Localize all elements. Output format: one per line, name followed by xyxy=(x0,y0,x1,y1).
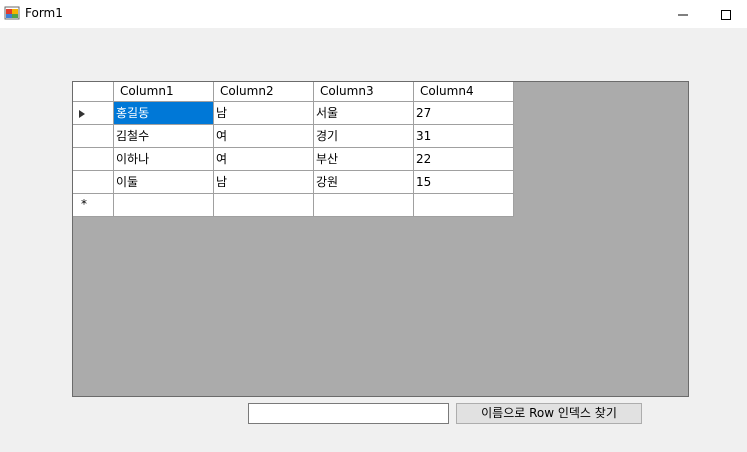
row-header-1[interactable] xyxy=(73,102,114,125)
grid-cell-r1-c1[interactable]: 홍길동 xyxy=(114,102,214,125)
column-header-4[interactable]: Column4 xyxy=(414,82,514,102)
grid-cell-r3-c3[interactable]: 부산 xyxy=(314,148,414,171)
row-header-2[interactable] xyxy=(73,125,114,148)
minimize-button[interactable] xyxy=(660,0,706,28)
grid-corner-header[interactable] xyxy=(73,82,114,102)
grid-cell-r1-c2[interactable]: 남 xyxy=(214,102,314,125)
minimize-icon xyxy=(678,14,688,16)
grid-cell-r4-c3[interactable]: 강원 xyxy=(314,171,414,194)
grid-cell-r2-c3[interactable]: 경기 xyxy=(314,125,414,148)
column-header-2[interactable]: Column2 xyxy=(214,82,314,102)
grid-cell-r3-c2[interactable]: 여 xyxy=(214,148,314,171)
grid-cell-r3-c1[interactable]: 이하나 xyxy=(114,148,214,171)
column-header-3[interactable]: Column3 xyxy=(314,82,414,102)
current-row-arrow-icon xyxy=(79,110,85,118)
maximize-icon xyxy=(721,10,731,20)
new-row-cell-c2[interactable] xyxy=(214,194,314,217)
new-row-header[interactable]: * xyxy=(73,194,114,217)
window-title: Form1 xyxy=(25,6,63,20)
grid-cell-r2-c4[interactable]: 31 xyxy=(414,125,514,148)
new-row-cell-c3[interactable] xyxy=(314,194,414,217)
grid-cell-r4-c4[interactable]: 15 xyxy=(414,171,514,194)
new-row-cell-c1[interactable] xyxy=(114,194,214,217)
maximize-button[interactable] xyxy=(703,0,747,28)
new-row-cell-c4[interactable] xyxy=(414,194,514,217)
grid-cell-r2-c1[interactable]: 김철수 xyxy=(114,125,214,148)
row-header-4[interactable] xyxy=(73,171,114,194)
row-header-3[interactable] xyxy=(73,148,114,171)
grid-cell-r4-c1[interactable]: 이둘 xyxy=(114,171,214,194)
grid-cell-r4-c2[interactable]: 남 xyxy=(214,171,314,194)
data-grid-view[interactable]: Column1 Column2 Column3 Column4 홍길동 남 서울… xyxy=(72,81,689,397)
new-row-marker: * xyxy=(81,197,87,211)
grid-cell-r1-c3[interactable]: 서울 xyxy=(314,102,414,125)
grid-cell-r1-c4[interactable]: 27 xyxy=(414,102,514,125)
name-search-input[interactable] xyxy=(248,403,449,424)
grid-cell-r3-c4[interactable]: 22 xyxy=(414,148,514,171)
find-row-index-button[interactable]: 이름으로 Row 인덱스 찾기 xyxy=(456,403,642,424)
column-header-1[interactable]: Column1 xyxy=(114,82,214,102)
grid-cell-r2-c2[interactable]: 여 xyxy=(214,125,314,148)
title-bar: Form1 xyxy=(0,0,747,28)
form-app-icon xyxy=(4,5,20,21)
